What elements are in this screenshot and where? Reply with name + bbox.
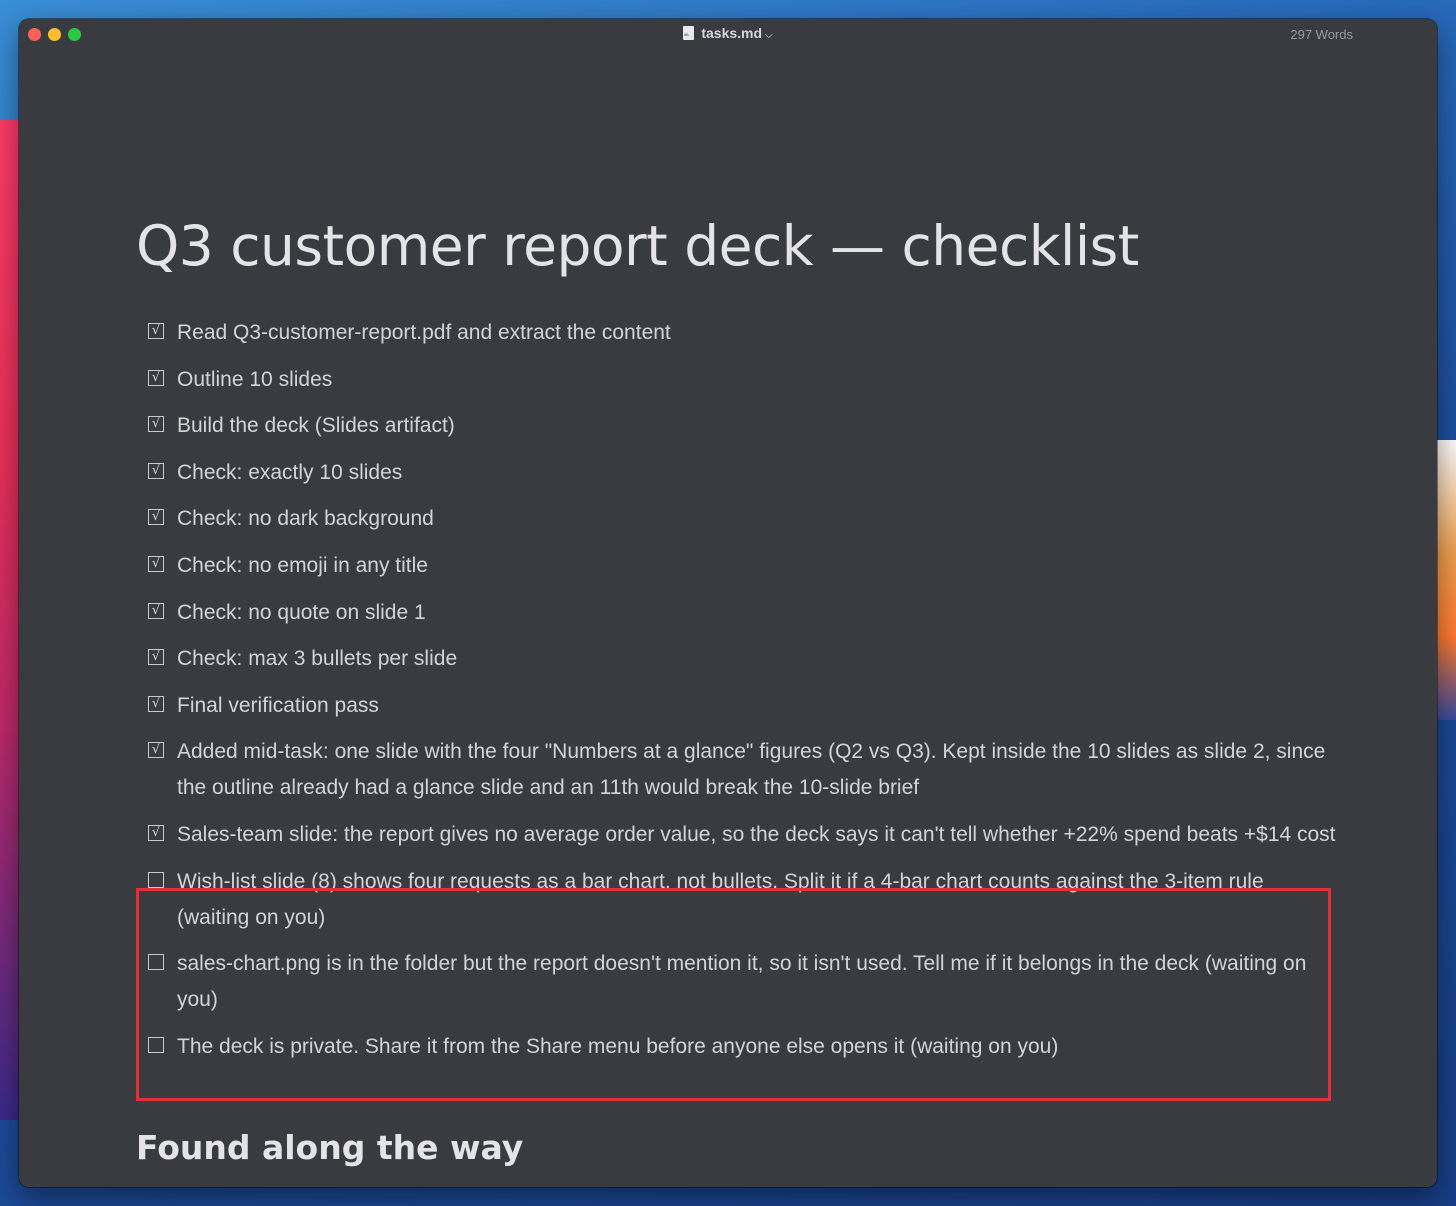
task-text[interactable]: Read Q3-customer-report.pdf and extract … [177, 321, 671, 344]
task-checkbox-checked[interactable]: √ [148, 602, 164, 619]
file-name: tasks.md [701, 25, 763, 41]
task-checkbox-checked[interactable]: √ [148, 369, 164, 386]
task-text[interactable]: The deck is private. Share it from the S… [177, 1035, 1058, 1058]
task-item: √ Added mid-task: one slide with the four… [147, 734, 1337, 806]
editor-window: tasks.md⌵ 297 Words Q3 customer report d… [19, 19, 1437, 1187]
task-item: √ Check: exactly 10 slides [147, 455, 1337, 491]
task-text[interactable]: Sales-team slide: the report gives no av… [177, 823, 1336, 846]
word-count[interactable]: 297 Words [1290, 27, 1353, 42]
task-text[interactable]: Wish-list slide (8) shows four requests … [177, 870, 1264, 929]
markdown-file-icon [683, 26, 695, 40]
task-checkbox-unchecked[interactable] [148, 954, 164, 971]
task-text[interactable]: Check: no dark background [177, 507, 434, 530]
task-checkbox-checked[interactable]: √ [148, 509, 164, 526]
task-item: √ Check: max 3 bullets per slide [147, 641, 1337, 677]
task-item: Wish-list slide (8) shows four requests … [147, 864, 1337, 936]
task-text[interactable]: sales-chart.png is in the folder but the… [177, 952, 1306, 1011]
task-checkbox-checked[interactable]: √ [148, 462, 164, 479]
task-checkbox-checked[interactable]: √ [148, 742, 164, 759]
file-title-menu[interactable]: tasks.md⌵ [19, 25, 1437, 41]
task-item: √ Check: no emoji in any title [147, 548, 1337, 584]
task-item: sales-chart.png is in the folder but the… [147, 946, 1337, 1018]
task-text[interactable]: Final verification pass [177, 694, 379, 717]
task-item: √ Check: no quote on slide 1 [147, 595, 1337, 631]
task-text[interactable]: Build the deck (Slides artifact) [177, 414, 455, 437]
task-checkbox-checked[interactable]: √ [148, 323, 164, 339]
task-checkbox-unchecked[interactable] [148, 871, 164, 888]
task-item: √ Sales-team slide: the report gives no a… [147, 817, 1337, 853]
task-list: √ Read Q3-customer-report.pdf and extract… [147, 315, 1337, 1075]
task-text[interactable]: Check: exactly 10 slides [177, 461, 402, 484]
task-text[interactable]: Check: no quote on slide 1 [177, 601, 426, 624]
task-item: √ Check: no dark background [147, 501, 1337, 537]
task-item: √ Outline 10 slides [147, 362, 1337, 398]
task-checkbox-checked[interactable]: √ [148, 824, 164, 841]
task-checkbox-unchecked[interactable] [148, 1036, 164, 1053]
task-item: The deck is private. Share it from the S… [147, 1029, 1337, 1065]
task-checkbox-checked[interactable]: √ [148, 649, 164, 666]
task-text[interactable]: Outline 10 slides [177, 368, 332, 391]
task-item: √ Final verification pass [147, 688, 1337, 724]
task-checkbox-checked[interactable]: √ [148, 416, 164, 433]
document-title[interactable]: Q3 customer report deck — checklist [136, 214, 1139, 278]
task-checkbox-checked[interactable]: √ [148, 695, 164, 712]
task-text[interactable]: Check: max 3 bullets per slide [177, 647, 457, 670]
chevron-down-icon: ⌵ [765, 30, 773, 41]
task-text[interactable]: Added mid-task: one slide with the four … [177, 740, 1325, 799]
task-text[interactable]: Check: no emoji in any title [177, 554, 428, 577]
section-heading[interactable]: Found along the way [136, 1128, 523, 1167]
task-checkbox-checked[interactable]: √ [148, 555, 164, 572]
title-bar[interactable]: tasks.md⌵ 297 Words [19, 19, 1437, 49]
task-item: √ Read Q3-customer-report.pdf and extract… [147, 315, 1337, 351]
task-item: √ Build the deck (Slides artifact) [147, 408, 1337, 444]
